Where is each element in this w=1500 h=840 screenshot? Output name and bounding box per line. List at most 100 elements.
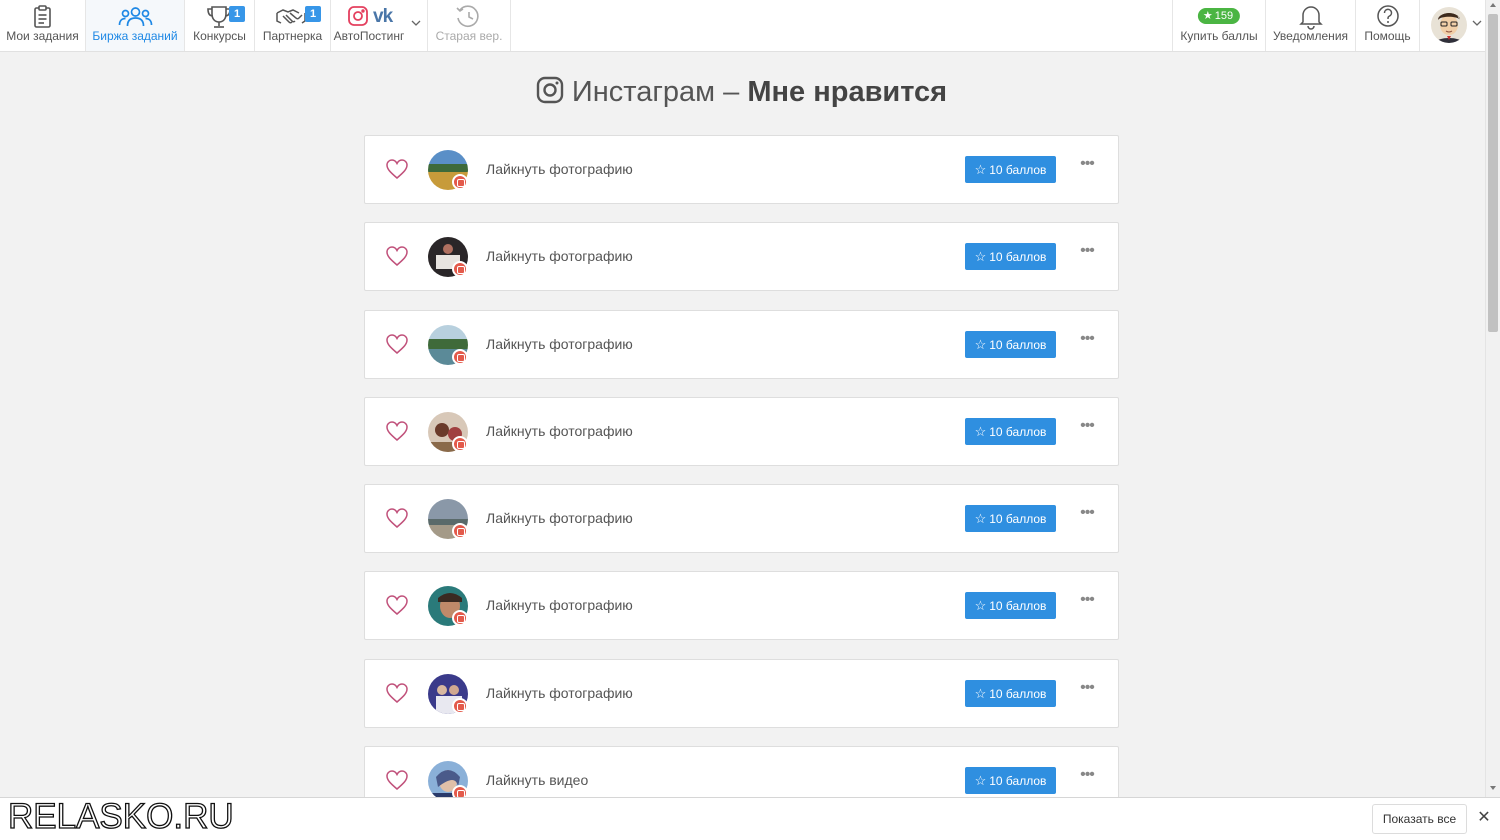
instagram-icon [348,6,368,26]
heart-icon[interactable] [385,157,409,181]
nav-help-label: Помощь [1364,29,1411,43]
users-icon [118,7,153,27]
star-icon: ☆ [974,773,987,788]
clipboard-icon [34,5,51,28]
history-icon [456,5,479,27]
heart-icon[interactable] [385,681,409,705]
task-title[interactable]: Лайкнуть фотографию [486,336,633,352]
reward-label: 10 баллов [989,250,1047,264]
instagram-badge-icon [452,698,468,714]
more-options-icon[interactable]: ••• [1077,156,1097,178]
nav-exchange[interactable]: Биржа заданий [86,0,185,51]
nav-buy-points[interactable]: ★ 159 Купить баллы [1172,0,1265,51]
heart-icon[interactable] [385,332,409,356]
nav-my-tasks-label: Мои задания [6,29,79,43]
reward-label: 10 баллов [989,163,1047,177]
svg-text:vk: vk [373,6,394,27]
autoposting-icons: vk [348,6,421,27]
reward-button[interactable]: ☆ 10 баллов [965,156,1056,183]
reward-button[interactable]: ☆ 10 баллов [965,331,1056,358]
nav-exchange-label: Биржа заданий [92,29,178,43]
more-options-icon[interactable]: ••• [1077,243,1097,265]
nav-notifications[interactable]: Уведомления [1265,0,1355,51]
chevron-down-icon [1472,20,1482,26]
points-balance: 159 [1214,10,1234,22]
star-icon: ☆ [974,249,987,264]
heart-icon[interactable] [385,244,409,268]
nav-old-version-label: Старая вер. [435,29,503,43]
task-card: Лайкнуть фотографию ☆ 10 баллов ••• [364,571,1119,640]
scrollbar-thumb[interactable] [1488,14,1498,332]
reward-label: 10 баллов [989,774,1047,788]
instagram-badge-icon [452,523,468,539]
chevron-down-icon [411,20,421,26]
star-icon: ☆ [974,337,987,352]
points-balance-badge: ★ 159 [1197,8,1241,24]
user-menu[interactable] [1419,0,1485,51]
nav-partner-label: Партнерка [262,29,323,43]
task-title[interactable]: Лайкнуть фотографию [486,510,633,526]
more-options-icon[interactable]: ••• [1077,505,1097,527]
reward-label: 10 баллов [989,687,1047,701]
page-title: Инстаграм – Мне нравится [364,76,1119,112]
heart-icon[interactable] [385,506,409,530]
star-icon: ☆ [974,424,987,439]
page-title-prefix: Инстаграм – [571,76,748,108]
instagram-badge-icon [452,349,468,365]
instagram-badge-icon [452,436,468,452]
nav-my-tasks[interactable]: Мои задания [0,0,86,51]
task-card: Лайкнуть фотографию ☆ 10 баллов ••• [364,659,1119,728]
reward-button[interactable]: ☆ 10 баллов [965,418,1056,445]
nav-help[interactable]: Помощь [1355,0,1419,51]
user-avatar [1431,7,1467,43]
reward-button[interactable]: ☆ 10 баллов [965,243,1056,270]
nav-notifications-label: Уведомления [1272,29,1349,43]
nav-contests-label: Конкурсы [193,29,246,43]
star-icon: ☆ [974,511,987,526]
nav-buy-points-label: Купить баллы [1180,29,1258,43]
star-icon: ☆ [974,162,987,177]
vk-icon: vk [373,6,395,27]
task-title[interactable]: Лайкнуть фотографию [486,597,633,613]
top-navigation: Мои задания Биржа заданий 1 Конкурсы 1 П… [0,0,1485,52]
instagram-badge-icon [452,261,468,277]
scroll-down-arrow-icon[interactable] [1490,786,1496,790]
task-card: Лайкнуть фотографию ☆ 10 баллов ••• [364,484,1119,553]
question-circle-icon [1377,5,1399,27]
task-title[interactable]: Лайкнуть видео [486,772,588,788]
task-title[interactable]: Лайкнуть фотографию [486,685,633,701]
instagram-badge-icon [452,174,468,190]
reward-button[interactable]: ☆ 10 баллов [965,592,1056,619]
nav-old-version[interactable]: Старая вер. [428,0,511,51]
task-title[interactable]: Лайкнуть фотографию [486,161,633,177]
more-options-icon[interactable]: ••• [1077,767,1097,789]
close-icon[interactable]: ✕ [1476,810,1492,826]
bell-icon [1299,6,1323,30]
more-options-icon[interactable]: ••• [1077,680,1097,702]
heart-icon[interactable] [385,768,409,792]
more-options-icon[interactable]: ••• [1077,592,1097,614]
task-title[interactable]: Лайкнуть фотографию [486,423,633,439]
more-options-icon[interactable]: ••• [1077,331,1097,353]
reward-button[interactable]: ☆ 10 баллов [965,767,1056,794]
more-options-icon[interactable]: ••• [1077,418,1097,440]
reward-button[interactable]: ☆ 10 баллов [965,505,1056,532]
nav-contests[interactable]: 1 Конкурсы [185,0,255,51]
task-card: Лайкнуть фотографию ☆ 10 баллов ••• [364,310,1119,379]
show-all-button[interactable]: Показать все [1372,804,1467,834]
heart-icon[interactable] [385,593,409,617]
nav-partner[interactable]: 1 Партнерка [255,0,331,51]
star-icon: ★ [1202,10,1213,22]
reward-label: 10 баллов [989,425,1047,439]
star-icon: ☆ [974,686,987,701]
star-icon: ☆ [974,598,987,613]
nav-autoposting[interactable]: vk АвтоПостинг [331,0,428,51]
heart-icon[interactable] [385,419,409,443]
task-card: Лайкнуть фотографию ☆ 10 баллов ••• [364,135,1119,204]
vertical-scrollbar[interactable] [1485,0,1500,797]
reward-button[interactable]: ☆ 10 баллов [965,680,1056,707]
task-card: Лайкнуть фотографию ☆ 10 баллов ••• [364,222,1119,291]
task-title[interactable]: Лайкнуть фотографию [486,248,633,264]
nav-autoposting-label: АвтоПостинг [333,29,405,43]
scroll-up-arrow-icon[interactable] [1490,3,1496,7]
